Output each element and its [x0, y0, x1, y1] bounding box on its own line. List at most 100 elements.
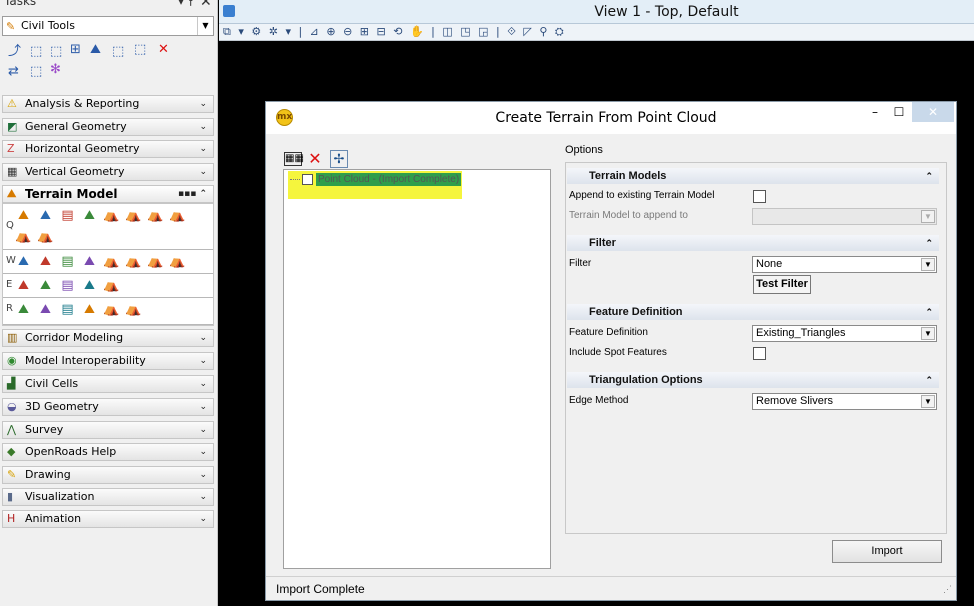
section-drawing[interactable]: ✎ Drawing ⌄	[2, 466, 214, 484]
section-help[interactable]: ◆ OpenRoads Help ⌄	[2, 443, 214, 461]
chevron-down-icon[interactable]: ⌄	[199, 489, 207, 505]
tree-item-point-cloud[interactable]: Point Cloud - (Import Complete)	[288, 171, 462, 199]
quick-tool-9-icon[interactable]: ⇄	[8, 64, 24, 80]
spot-features-checkbox[interactable]	[753, 347, 766, 360]
terrain-tool-q-9-icon[interactable]: ⛺	[15, 228, 32, 245]
chevron-down-icon[interactable]: ⌄	[199, 141, 207, 157]
terrain-tool-w-3-icon[interactable]: ▤	[59, 253, 76, 270]
terrain-tool-e-4-icon[interactable]: ⛰	[81, 277, 98, 294]
terrain-tool-e-3-icon[interactable]: ▤	[59, 277, 76, 294]
section-animation[interactable]: H Animation ⌄	[2, 510, 214, 528]
resize-grip-icon[interactable]: ⋰	[943, 577, 952, 601]
terrain-tool-e-1-icon[interactable]: ⛰	[15, 277, 32, 294]
terrain-tool-r-4-icon[interactable]: ⛰	[81, 301, 98, 318]
chevron-down-icon[interactable]: ▼	[921, 327, 935, 340]
test-filter-button[interactable]: Test Filter	[753, 275, 811, 294]
section-visualization[interactable]: ▮ Visualization ⌄	[2, 488, 214, 506]
chevron-down-icon[interactable]: ▼	[921, 395, 935, 408]
quick-tool-8-icon[interactable]: ✕	[158, 42, 174, 58]
section-corridor[interactable]: ▥ Corridor Modeling ⌄	[2, 329, 214, 347]
fit-view-icon[interactable]: ✢	[330, 150, 348, 168]
terrain-tool-w-2-icon[interactable]: ⛰	[37, 253, 54, 270]
terrain-tool-q-7-icon[interactable]: ⛺	[147, 207, 164, 224]
collapse-icon[interactable]: ⌃	[925, 304, 933, 320]
section-3d-geometry[interactable]: ◒ 3D Geometry ⌄	[2, 398, 214, 416]
terrain-tool-e-5-icon[interactable]: ⛺	[103, 277, 120, 294]
quick-tool-11-icon[interactable]: ✻	[50, 62, 66, 78]
section-survey[interactable]: ⋀ Survey ⌄	[2, 421, 214, 439]
chevron-down-icon[interactable]: ⌄	[199, 164, 207, 180]
terrain-tool-r-5-icon[interactable]: ⛺	[103, 301, 120, 318]
chevron-up-icon[interactable]: ▪▪▪ ⌃	[178, 186, 207, 202]
terrain-tool-w-7-icon[interactable]: ⛺	[147, 253, 164, 270]
edge-method-select[interactable]: Remove Slivers ▼	[752, 393, 937, 410]
quick-tool-3-icon[interactable]: ⬚	[50, 44, 66, 60]
group-terrain-models[interactable]: Terrain Models ⌃	[567, 168, 939, 184]
point-cloud-tree[interactable]: Point Cloud - (Import Complete)	[283, 169, 551, 569]
chevron-down-icon[interactable]: ▼	[197, 17, 213, 35]
terrain-tool-w-8-icon[interactable]: ⛺	[169, 253, 186, 270]
feature-definition-select[interactable]: Existing_Triangles ▼	[752, 325, 937, 342]
chevron-down-icon[interactable]: ⌄	[199, 376, 207, 392]
terrain-tool-q-4-icon[interactable]: ⛰	[81, 207, 98, 224]
terrain-tool-w-6-icon[interactable]: ⛺	[125, 253, 142, 270]
section-terrain-model[interactable]: ⛰ Terrain Model ▪▪▪ ⌃	[2, 185, 214, 203]
terrain-tool-q-3-icon[interactable]: ▤	[59, 207, 76, 224]
chevron-down-icon[interactable]: ⌄	[199, 444, 207, 460]
chevron-down-icon[interactable]: ⌄	[199, 511, 207, 527]
chevron-down-icon[interactable]: ⌄	[199, 399, 207, 415]
collapse-icon[interactable]: ⌃	[925, 168, 933, 184]
terrain-tool-r-1-icon[interactable]: ⛰	[15, 301, 32, 318]
tree-item-checkbox[interactable]	[302, 174, 313, 185]
section-general-geometry[interactable]: ◩ General Geometry ⌄	[2, 118, 214, 136]
workflow-dropdown[interactable]: ✎ Civil Tools ▼	[2, 16, 214, 36]
group-feature-definition[interactable]: Feature Definition ⌃	[567, 304, 939, 320]
section-analysis[interactable]: ⚠ Analysis & Reporting ⌄	[2, 95, 214, 113]
close-button[interactable]: ✕	[912, 102, 954, 122]
terrain-tool-q-1-icon[interactable]: ⛰	[15, 207, 32, 224]
collapse-icon[interactable]: ⌃	[925, 235, 933, 251]
terrain-tool-r-2-icon[interactable]: ⛰	[37, 301, 54, 318]
terrain-tool-r-3-icon[interactable]: ▤	[59, 301, 76, 318]
delete-icon[interactable]: ✕	[306, 150, 324, 168]
quick-tool-4-icon[interactable]: ⊞	[70, 42, 86, 58]
view-toolbar[interactable]: ⧉ ▾ ⚙ ✲ ▾ | ⊿ ⊕ ⊖ ⊞ ⊟ ⟲ ✋ | ◫ ◳ ◲ | ⟐ ◸ …	[219, 24, 974, 41]
chevron-down-icon[interactable]: ▼	[921, 258, 935, 271]
chevron-down-icon[interactable]: ⌄	[199, 96, 207, 112]
chevron-down-icon[interactable]: ⌄	[199, 353, 207, 369]
quick-tool-10-icon[interactable]: ⬚	[30, 64, 46, 80]
group-triangulation-options[interactable]: Triangulation Options ⌃	[567, 372, 939, 388]
section-horizontal-geometry[interactable]: Z Horizontal Geometry ⌄	[2, 140, 214, 158]
terrain-tool-r-6-icon[interactable]: ⛺	[125, 301, 142, 318]
section-civil-cells[interactable]: ▟ Civil Cells ⌄	[2, 375, 214, 393]
terrain-tool-w-4-icon[interactable]: ⛰	[81, 253, 98, 270]
terrain-tool-q-10-icon[interactable]: ⛺	[37, 228, 54, 245]
section-interoperability[interactable]: ◉ Model Interoperability ⌄	[2, 352, 214, 370]
maximize-button[interactable]: ☐	[888, 102, 910, 122]
terrain-tool-q-2-icon[interactable]: ⛰	[37, 207, 54, 224]
group-filter[interactable]: Filter ⌃	[567, 235, 939, 251]
table-icon[interactable]: ▦▦	[284, 152, 304, 166]
chevron-down-icon[interactable]: ⌄	[199, 467, 207, 483]
terrain-tool-w-1-icon[interactable]: ⛰	[15, 253, 32, 270]
terrain-tool-q-6-icon[interactable]: ⛺	[125, 207, 142, 224]
close-tasks-icon[interactable]: ✕	[200, 0, 212, 10]
import-button[interactable]: Import	[832, 540, 942, 563]
chevron-down-icon[interactable]: ⌄	[199, 119, 207, 135]
quick-tool-6-icon[interactable]: ⬚	[112, 44, 128, 60]
quick-tool-7-icon[interactable]: ⬚	[134, 42, 150, 58]
terrain-tool-w-5-icon[interactable]: ⛺	[103, 253, 120, 270]
pin-icon[interactable]: ▾ ⫯	[178, 0, 193, 9]
terrain-tool-q-5-icon[interactable]: ⛺	[103, 207, 120, 224]
minimize-button[interactable]: –	[864, 102, 886, 122]
filter-select[interactable]: None ▼	[752, 256, 937, 273]
quick-tool-1-icon[interactable]: ⤴	[8, 44, 24, 60]
chevron-down-icon[interactable]: ⌄	[199, 422, 207, 438]
append-checkbox[interactable]	[753, 190, 766, 203]
quick-tool-5-icon[interactable]: ⛰	[90, 42, 106, 58]
collapse-icon[interactable]: ⌃	[925, 372, 933, 388]
terrain-tool-e-2-icon[interactable]: ⛰	[37, 277, 54, 294]
terrain-tool-q-8-icon[interactable]: ⛺	[169, 207, 186, 224]
section-vertical-geometry[interactable]: ▦ Vertical Geometry ⌄	[2, 163, 214, 181]
chevron-down-icon[interactable]: ⌄	[199, 330, 207, 346]
